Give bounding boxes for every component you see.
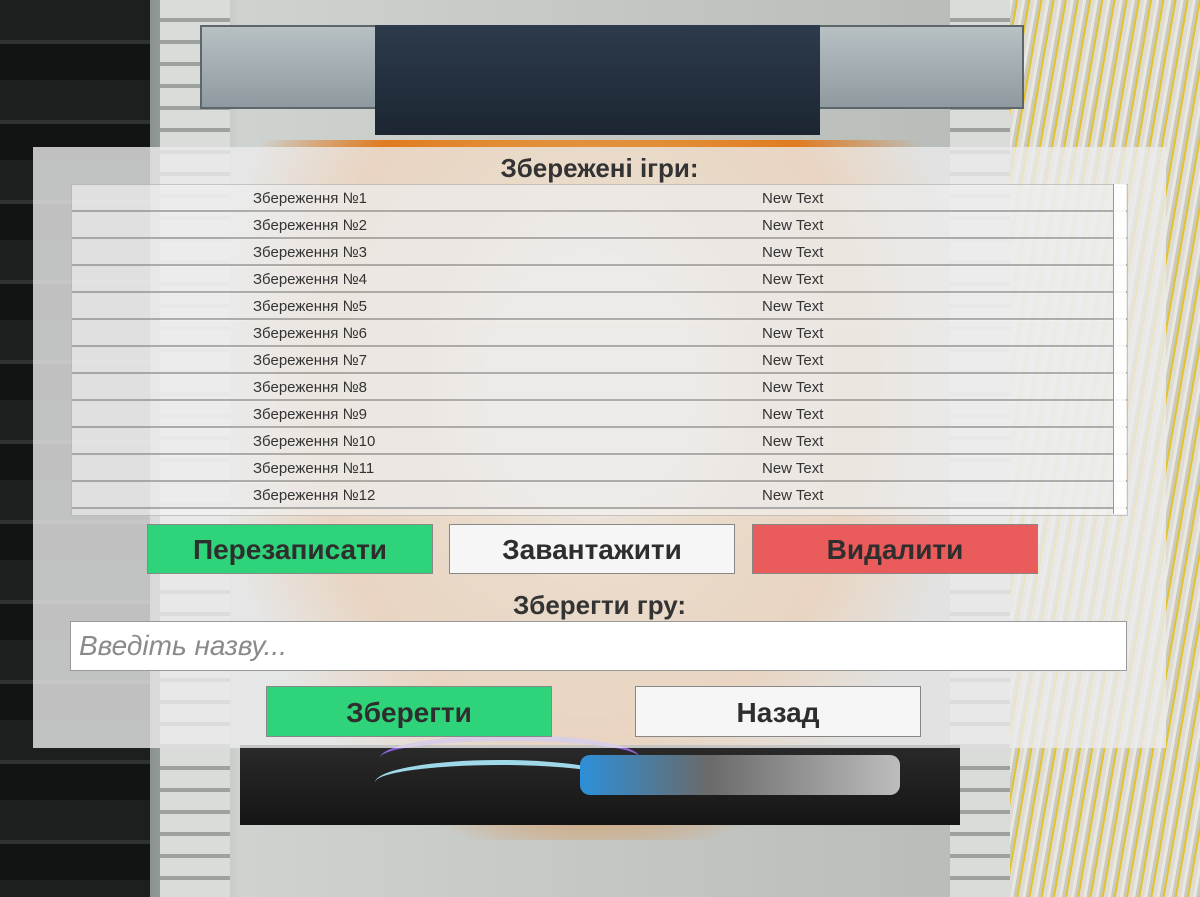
save-list-item[interactable]: Збереження №9 New Text [72, 402, 1127, 428]
save-list-item[interactable]: Збереження №4 New Text [72, 267, 1127, 293]
save-name: Збереження №10 [253, 433, 376, 450]
save-name: Збереження №7 [253, 352, 368, 369]
saved-games-panel: Збережені ігри: Збереження №1 New Text Збе… [33, 147, 1166, 748]
save-info: New Text [762, 433, 824, 450]
save-list-item[interactable]: Збереження №6 New Text [72, 321, 1127, 347]
save-list-item[interactable]: Збереження №2 New Text [72, 213, 1127, 239]
save-list-item[interactable]: Збереження №1 New Text [72, 186, 1127, 212]
save-info: New Text [762, 190, 824, 207]
save-list-item[interactable]: Збереження №8 New Text [72, 375, 1127, 401]
save-list-item[interactable]: Збереження №7 New Text [72, 348, 1127, 374]
save-info: New Text [762, 325, 824, 342]
list-scrollbar[interactable] [1113, 184, 1126, 514]
save-info: New Text [762, 406, 824, 423]
save-list-item[interactable]: Збереження №12 New Text [72, 483, 1127, 509]
save-game-title: Зберегти гру: [512, 590, 687, 620]
load-button[interactable]: Завантажити [449, 524, 735, 574]
save-info: New Text [762, 217, 824, 234]
save-info: New Text [762, 460, 824, 477]
back-button[interactable]: Назад [635, 686, 921, 737]
save-info: New Text [762, 352, 824, 369]
save-name: Збереження №1 [253, 190, 368, 207]
save-info: New Text [762, 244, 824, 261]
overwrite-button[interactable]: Перезаписати [147, 524, 433, 574]
save-info: New Text [762, 298, 824, 315]
save-list-item[interactable]: Збереження №3 New Text [72, 240, 1127, 266]
save-name: Збереження №5 [253, 298, 368, 315]
save-info: New Text [762, 487, 824, 504]
save-name: Збереження №2 [253, 217, 368, 234]
save-name: Збереження №11 [253, 460, 375, 477]
save-info: New Text [762, 379, 824, 396]
save-list-item[interactable]: Збереження №10 New Text [72, 429, 1127, 455]
save-name: Збереження №4 [253, 271, 368, 288]
saved-games-title: Збережені ігри: [500, 153, 699, 183]
save-name: Збереження №8 [253, 379, 368, 396]
save-list-item[interactable]: Збереження №11 New Text [72, 456, 1127, 482]
save-name: Збереження №3 [253, 244, 368, 261]
crimping-tool [580, 755, 900, 795]
save-name-input[interactable] [70, 621, 1127, 671]
save-name: Збереження №9 [253, 406, 368, 423]
switch-body [375, 25, 820, 135]
save-name: Збереження №12 [253, 487, 376, 504]
saved-games-list[interactable]: Збереження №1 New Text Збереження №2 New Te… [71, 184, 1128, 516]
save-name: Збереження №6 [253, 325, 368, 342]
save-info: New Text [762, 271, 824, 288]
save-button[interactable]: Зберегти [266, 686, 552, 737]
delete-button[interactable]: Видалити [752, 524, 1038, 574]
save-list-item[interactable]: Збереження №5 New Text [72, 294, 1127, 320]
